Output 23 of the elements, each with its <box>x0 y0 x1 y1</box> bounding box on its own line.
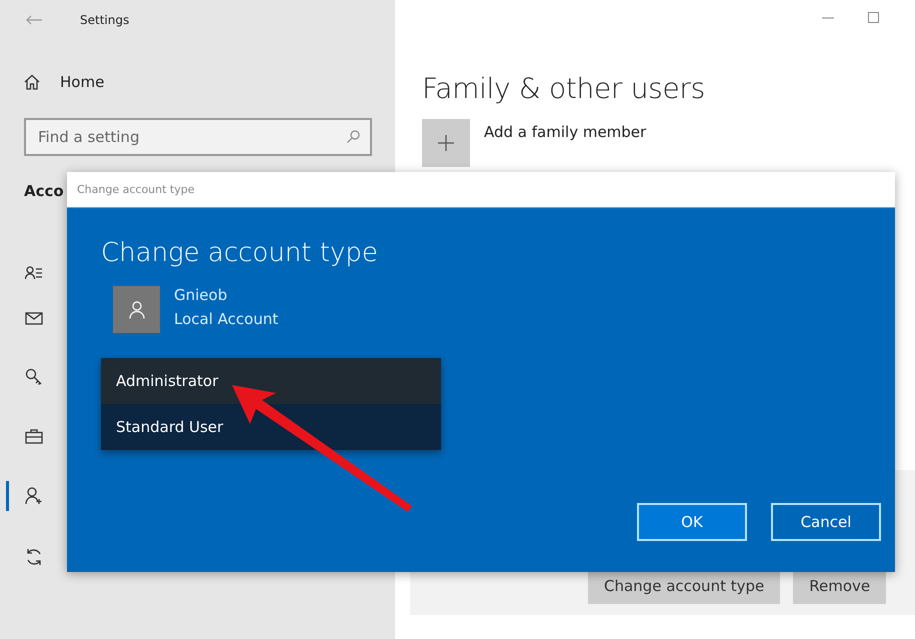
search-icon <box>347 130 360 143</box>
dropdown-option[interactable]: Standard User <box>101 404 441 450</box>
home-icon[interactable] <box>24 74 40 90</box>
person-add-icon <box>25 487 43 505</box>
account-name: Gnieob <box>174 286 228 304</box>
minimize-icon[interactable] <box>822 16 834 18</box>
home-link[interactable]: Home <box>60 73 104 91</box>
person-icon <box>128 300 144 318</box>
section-heading: Acco <box>24 182 64 200</box>
dropdown-option[interactable]: Administrator <box>101 358 441 404</box>
maximize-icon[interactable] <box>868 12 879 23</box>
window-title: Settings <box>80 13 130 27</box>
page-title: Family & other users <box>422 72 706 105</box>
back-arrow-icon[interactable] <box>26 15 42 25</box>
add-family-label[interactable]: Add a family member <box>484 123 646 167</box>
dialog-heading: Change account type <box>101 238 379 268</box>
plus-icon <box>438 135 454 151</box>
account-type: Local Account <box>174 310 278 328</box>
account-type-dropdown[interactable]: Administrator Standard User <box>101 358 441 450</box>
cancel-button[interactable]: Cancel <box>771 503 881 541</box>
search-field[interactable]: Find a setting <box>24 118 372 156</box>
ok-button[interactable]: OK <box>637 503 747 541</box>
dialog-title: Change account type <box>77 183 195 196</box>
